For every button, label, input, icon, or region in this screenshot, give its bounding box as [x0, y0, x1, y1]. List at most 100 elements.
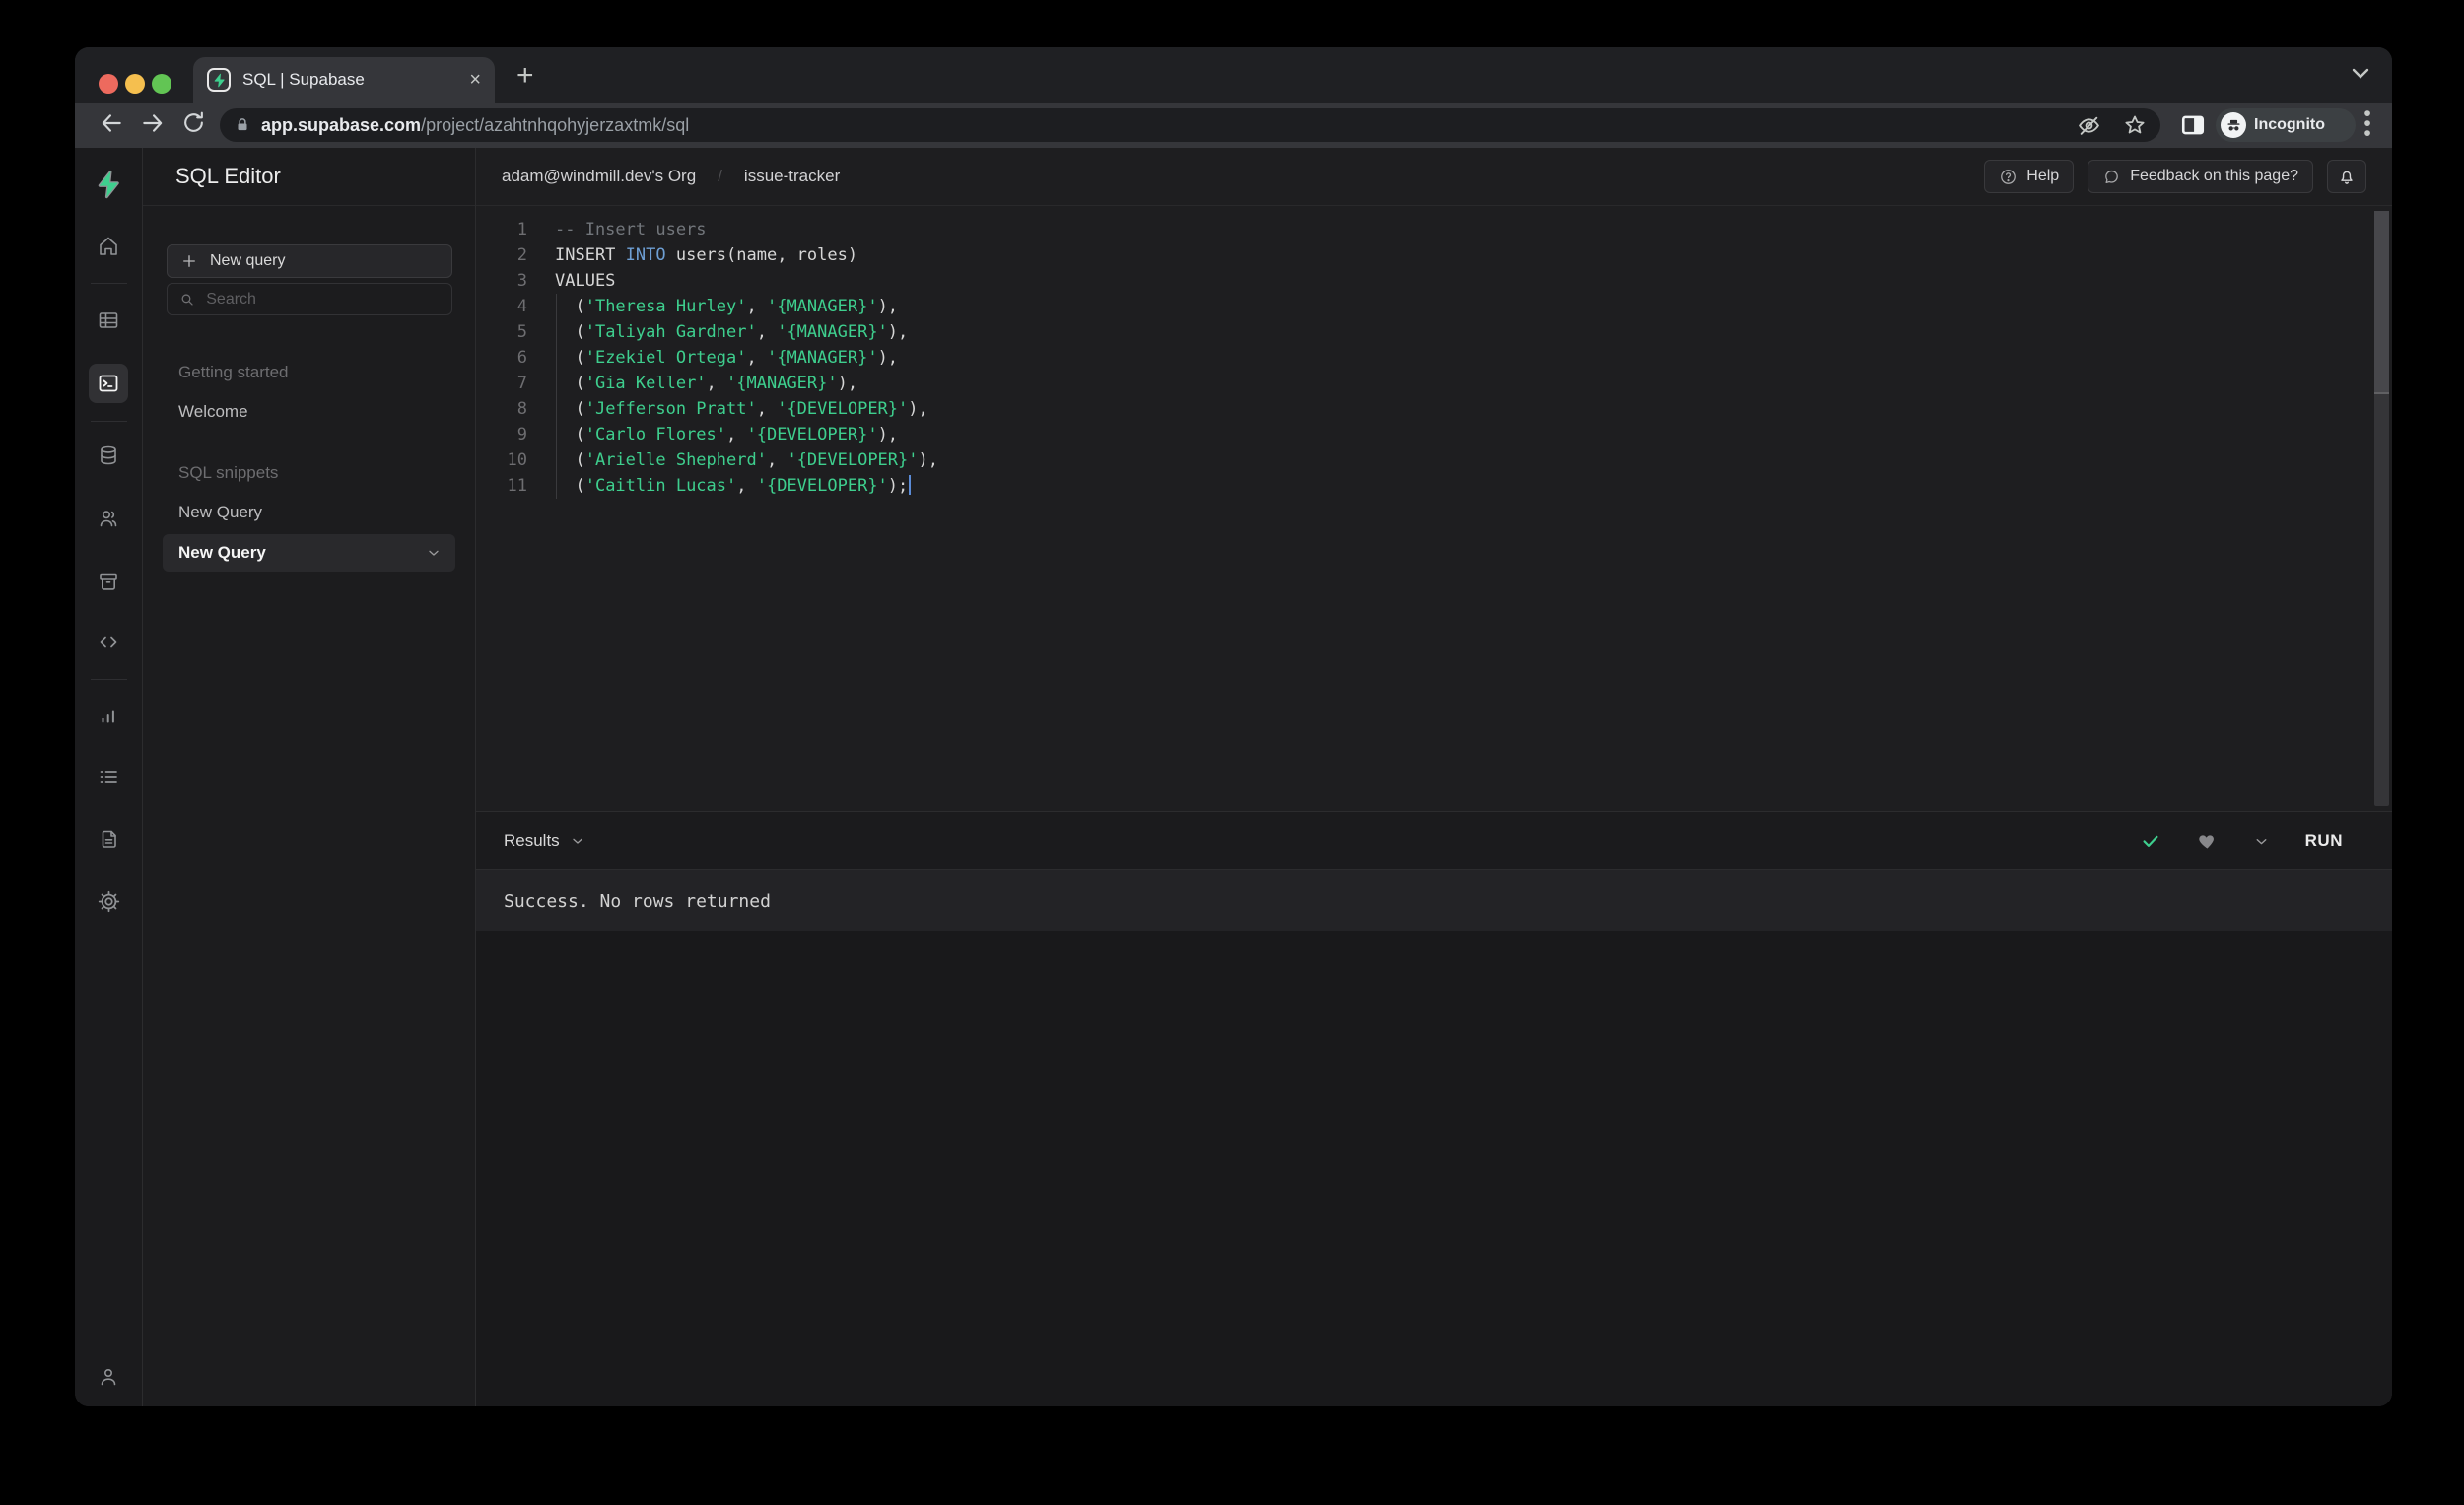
browser-toolbar: app.supabase.com/project/azahtnhqohyjerz…	[75, 103, 2392, 148]
code-line[interactable]: 1 -- Insert users	[476, 217, 2392, 242]
code-line[interactable]: 9 ('Carlo Flores', '{DEVELOPER}'),	[476, 422, 2392, 447]
code-line[interactable]: 10 ('Arielle Shepherd', '{DEVELOPER}'),	[476, 447, 2392, 473]
line-number: 5	[516, 322, 527, 342]
code-text[interactable]: ('Arielle Shepherd', '{DEVELOPER}'),	[527, 447, 938, 473]
sidebar-section-heading-getting-started: Getting started	[178, 363, 289, 381]
breadcrumb-org[interactable]: adam@windmill.dev's Org	[502, 167, 696, 186]
code-text[interactable]: VALUES	[527, 268, 615, 294]
sidebar-section-heading-sql-snippets: SQL snippets	[178, 463, 279, 482]
results-toolbar: Results RUN	[476, 811, 2392, 870]
sidebar-nav: Getting started Welcome SQL snippets New Qu…	[143, 331, 475, 572]
new-query-button[interactable]: New query	[167, 244, 452, 278]
editor-scrollbar[interactable]	[2374, 211, 2389, 806]
sql-code-editor[interactable]: 1 -- Insert users 2 INSERT INTO users(name,…	[476, 206, 2392, 811]
back-button[interactable]	[99, 110, 124, 136]
question-circle-icon	[2001, 169, 2017, 184]
edge-functions-icon[interactable]	[89, 622, 128, 661]
breadcrumb-project[interactable]: issue-tracker	[744, 167, 840, 186]
results-message-row: Success. No rows returned	[476, 870, 2392, 931]
favorite-heart-icon[interactable]	[2197, 831, 2218, 852]
window-minimize-button[interactable]	[125, 74, 145, 94]
code-line[interactable]: 2 INSERT INTO users(name, roles)	[476, 242, 2392, 268]
search-box[interactable]	[167, 283, 452, 315]
sql-editor-sidebar: SQL Editor New query Getting started Welc…	[143, 148, 476, 1406]
browser-window: SQL | Supabase × + app.supabase.com/proj…	[75, 47, 2392, 1406]
url-bar[interactable]: app.supabase.com/project/azahtnhqohyjerz…	[220, 108, 2160, 142]
forward-button[interactable]	[140, 110, 166, 136]
line-number: 8	[516, 399, 527, 419]
code-text[interactable]: ('Gia Keller', '{MANAGER}'),	[527, 371, 857, 396]
run-button[interactable]: RUN	[2305, 831, 2343, 851]
account-person-icon[interactable]	[89, 1357, 128, 1397]
browser-menu-icon[interactable]: • • •	[2358, 103, 2377, 144]
code-line[interactable]: 8 ('Jefferson Pratt', '{DEVELOPER}'),	[476, 396, 2392, 422]
code-text[interactable]: ('Jefferson Pratt', '{DEVELOPER}'),	[527, 396, 927, 422]
tab-search-chevron-icon[interactable]	[2350, 67, 2371, 81]
reload-button[interactable]	[181, 110, 206, 135]
supabase-logo-icon[interactable]	[89, 165, 128, 204]
chevron-down-icon[interactable]	[426, 545, 442, 561]
search-input[interactable]	[206, 290, 440, 308]
logs-icon[interactable]	[89, 757, 128, 796]
rail-divider	[91, 283, 127, 284]
incognito-badge[interactable]: Incognito	[2216, 108, 2356, 142]
window-close-button[interactable]	[99, 74, 118, 94]
indent-guide	[556, 294, 557, 499]
code-text[interactable]: INSERT INTO users(name, roles)	[527, 242, 857, 268]
supabase-favicon-icon	[207, 68, 231, 92]
line-number: 2	[516, 245, 527, 265]
rail-divider	[91, 679, 127, 680]
help-button-label: Help	[2026, 168, 2060, 184]
sidebar-item-new-query[interactable]: New Query	[143, 493, 475, 532]
table-editor-icon[interactable]	[89, 301, 128, 340]
new-tab-button[interactable]: +	[516, 61, 534, 91]
code-text[interactable]: ('Carlo Flores', '{DEVELOPER}'),	[527, 422, 898, 447]
tab-close-icon[interactable]: ×	[469, 69, 481, 92]
code-text[interactable]: ('Ezekiel Ortega', '{MANAGER}'),	[527, 345, 898, 371]
sidebar-item-label: New Query	[178, 543, 266, 562]
line-number: 11	[507, 476, 527, 496]
storage-icon[interactable]	[89, 562, 128, 601]
code-text[interactable]: ('Theresa Hurley', '{MANAGER}'),	[527, 294, 898, 319]
code-text[interactable]: -- Insert users	[527, 217, 707, 242]
code-line[interactable]: 3 VALUES	[476, 268, 2392, 294]
feedback-button[interactable]: Feedback on this page?	[2088, 160, 2313, 193]
side-panel-icon[interactable]	[2180, 112, 2206, 138]
code-line[interactable]: 6 ('Ezekiel Ortega', '{MANAGER}'),	[476, 345, 2392, 371]
line-number: 10	[507, 450, 527, 470]
bookmark-star-icon[interactable]	[2123, 113, 2147, 137]
line-number: 9	[516, 425, 527, 445]
code-line[interactable]: 4 ('Theresa Hurley', '{MANAGER}'),	[476, 294, 2392, 319]
editor-scrollbar-thumb[interactable]	[2374, 211, 2389, 394]
code-text[interactable]: ('Taliyah Gardner', '{MANAGER}'),	[527, 319, 908, 345]
settings-gear-icon[interactable]	[89, 881, 128, 921]
main-header: adam@windmill.dev's Org / issue-tracker …	[476, 148, 2392, 206]
line-number: 4	[516, 297, 527, 316]
docs-icon[interactable]	[89, 819, 128, 858]
search-icon	[181, 294, 193, 306]
code-line[interactable]: 11 ('Caitlin Lucas', '{DEVELOPER}');	[476, 473, 2392, 499]
database-icon[interactable]	[89, 436, 128, 475]
auth-users-icon[interactable]	[89, 499, 128, 538]
code-text[interactable]: ('Caitlin Lucas', '{DEVELOPER}');	[527, 473, 912, 499]
notifications-bell-button[interactable]	[2327, 160, 2366, 193]
code-line[interactable]: 5 ('Taliyah Gardner', '{MANAGER}'),	[476, 319, 2392, 345]
results-dropdown-label[interactable]: Results	[504, 831, 560, 851]
lock-icon	[234, 115, 251, 135]
sidebar-item-new-query-selected[interactable]: New Query	[163, 534, 455, 572]
reports-icon[interactable]	[89, 697, 128, 736]
results-chevron-down-icon[interactable]	[570, 833, 585, 849]
password-hidden-icon[interactable]	[2077, 113, 2101, 138]
incognito-icon	[2221, 112, 2246, 138]
sidebar-item-welcome[interactable]: Welcome	[143, 392, 475, 432]
code-line[interactable]: 7 ('Gia Keller', '{MANAGER}'),	[476, 371, 2392, 396]
sql-editor-icon[interactable]	[89, 364, 128, 403]
run-options-chevron-icon[interactable]	[2253, 833, 2270, 850]
page-title: SQL Editor	[175, 164, 281, 188]
browser-tab[interactable]: SQL | Supabase ×	[193, 57, 495, 103]
success-message: Success. No rows returned	[504, 890, 771, 912]
help-button[interactable]: Help	[1984, 160, 2075, 193]
chat-bubble-icon	[2105, 170, 2119, 183]
home-icon[interactable]	[89, 227, 128, 266]
window-zoom-button[interactable]	[152, 74, 171, 94]
